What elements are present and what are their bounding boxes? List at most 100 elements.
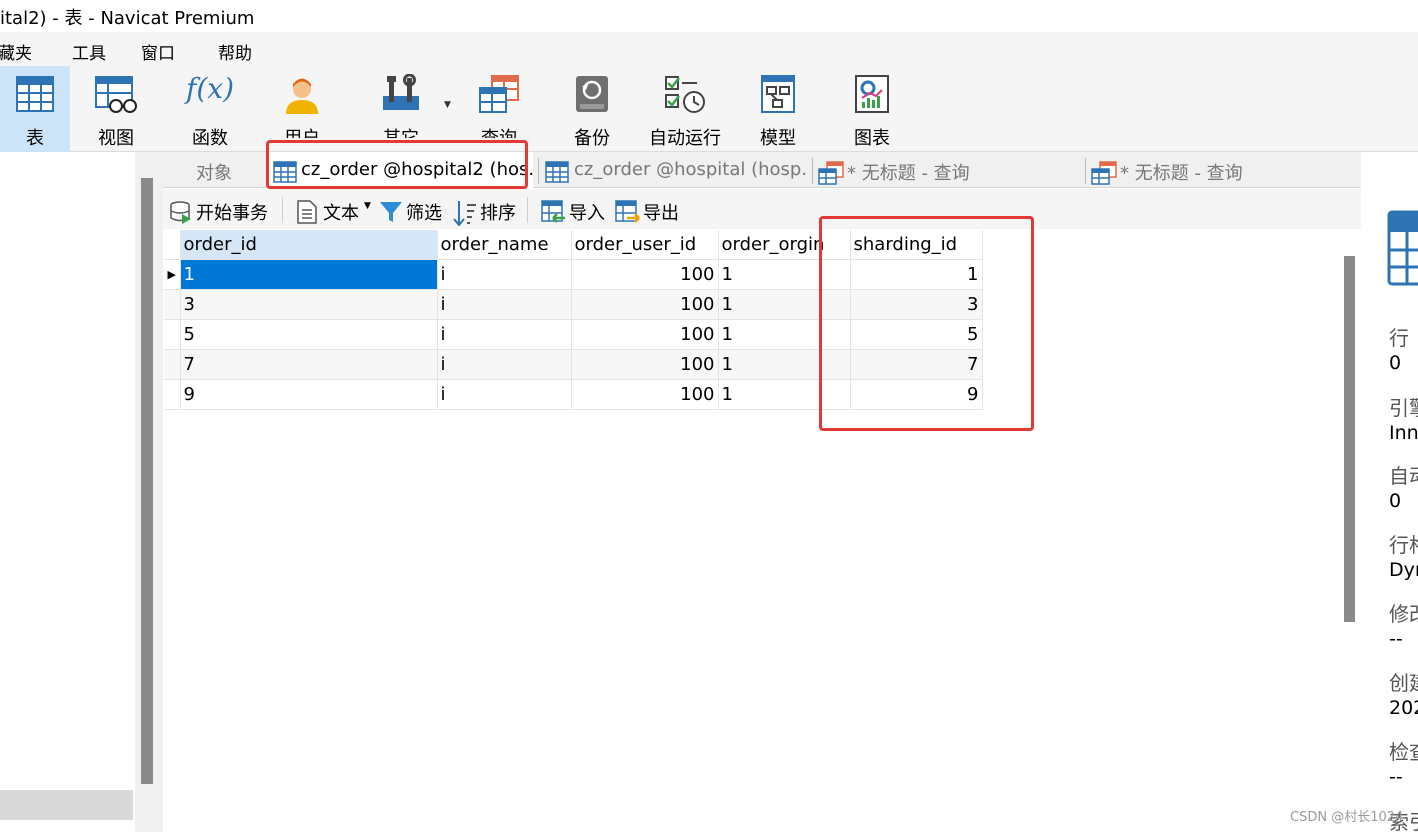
begin-transaction-label: 开始事务 — [196, 203, 268, 224]
menu-window[interactable]: 窗口 — [141, 39, 175, 64]
row-header[interactable] — [164, 349, 181, 380]
menu-help[interactable]: 帮助 — [218, 39, 252, 64]
window-title: ital2) - 表 - Navicat Premium — [0, 8, 255, 29]
cell-order-name[interactable]: i — [437, 289, 572, 320]
sort-label: 排序 — [480, 203, 516, 224]
cell-order-orgin[interactable]: 1 — [718, 259, 851, 290]
toolbar-query-button[interactable]: 查询 — [462, 66, 536, 138]
cell-order-id[interactable]: 7 — [180, 349, 438, 380]
cell-sharding-id[interactable]: 5 — [850, 319, 983, 350]
column-header-order-name[interactable]: order_name — [437, 230, 572, 260]
cell-order-orgin[interactable]: 1 — [718, 289, 851, 320]
import-label: 导入 — [569, 203, 605, 224]
toolbar-function-button[interactable]: f(x) 函数 — [174, 66, 246, 152]
table-row[interactable]: 5 i 100 1 5 — [164, 319, 983, 350]
row-header[interactable] — [164, 319, 181, 350]
menu-bar: 藏夹 工具 窗口 帮助 — [0, 32, 1418, 66]
cell-order-id[interactable]: 5 — [180, 319, 438, 350]
toolbar-chart-button[interactable]: 图表 — [836, 66, 908, 152]
result-table: order_id order_name order_user_id order_… — [164, 230, 983, 410]
text-view-label: 文本 — [323, 203, 359, 224]
menu-tools[interactable]: 工具 — [72, 39, 106, 64]
cell-order-orgin[interactable]: 1 — [718, 349, 851, 380]
filter-label: 筛选 — [406, 203, 442, 224]
info-created-value: 202 — [1389, 697, 1418, 719]
others-dropdown-caret[interactable]: ▼ — [444, 100, 451, 110]
filter-icon — [380, 202, 402, 222]
cell-order-user-id[interactable]: 100 — [571, 379, 719, 410]
cell-sharding-id[interactable]: 3 — [850, 289, 983, 320]
main-toolbar: 表 视图 f(x) 函数 用户 其它 — [0, 66, 1418, 152]
row-header-corner[interactable] — [164, 230, 181, 260]
cell-sharding-id[interactable]: 9 — [850, 379, 983, 410]
row-header[interactable] — [164, 289, 181, 320]
table-icon — [16, 76, 54, 112]
column-header-order-orgin[interactable]: order_orgin — [718, 230, 851, 260]
toolbar-view-label: 视图 — [98, 128, 134, 149]
cell-order-user-id[interactable]: 100 — [571, 319, 719, 350]
data-toolbar: 开始事务 文本 ▼ 筛选 排序 导入 导出 — [163, 189, 1361, 229]
tab-untitled-query-1[interactable]: * 无标题 - 查询 — [813, 152, 1083, 188]
tab-objects-label: 对象 — [196, 163, 232, 184]
editor-tab-bar: 对象 cz_order @hospital2 (hos... cz_order … — [163, 152, 1361, 188]
toolbar-automation-label: 自动运行 — [649, 128, 721, 149]
info-engine-key: 引擎 — [1389, 396, 1418, 420]
info-modified-value: -- — [1389, 628, 1403, 650]
cell-order-name[interactable]: i — [437, 319, 572, 350]
cell-order-name[interactable]: i — [437, 259, 572, 290]
toolbar-backup-button[interactable]: 备份 — [556, 66, 628, 152]
toolbar-others-button[interactable]: 其它 — [364, 66, 438, 138]
toolbar-automation-button[interactable]: 自动运行 — [640, 66, 730, 152]
automation-icon — [665, 76, 705, 113]
table-row[interactable]: 9 i 100 1 9 — [164, 379, 983, 410]
cell-order-id[interactable]: 1 — [180, 259, 438, 290]
toolbar-model-button[interactable]: 模型 — [742, 66, 814, 152]
column-header-order-user-id[interactable]: order_user_id — [571, 230, 719, 260]
table-row[interactable]: 7 i 100 1 7 — [164, 349, 983, 380]
info-check-time-key: 检查 — [1389, 740, 1418, 764]
model-icon — [761, 75, 795, 113]
toolbar-model-label: 模型 — [760, 128, 796, 149]
row-header[interactable] — [164, 379, 181, 410]
text-view-caret-icon: ▼ — [364, 201, 371, 211]
info-auto-increment-key: 自动 — [1389, 464, 1418, 488]
table-header-row: order_id order_name order_user_id order_… — [164, 230, 983, 260]
cell-order-user-id[interactable]: 100 — [571, 349, 719, 380]
toolbar-view-button[interactable]: 视图 — [80, 66, 152, 152]
menu-favorites[interactable]: 藏夹 — [0, 39, 32, 64]
document-icon — [297, 200, 317, 224]
info-created-key: 创建 — [1389, 671, 1418, 695]
toolbar-table-button[interactable]: 表 — [0, 66, 70, 152]
toolbar-user-button[interactable]: 用户 — [266, 66, 338, 138]
navigation-scrollbar-thumb[interactable] — [141, 178, 153, 784]
navigation-horizontal-scrollbar[interactable] — [0, 790, 133, 820]
object-info-pane: 行 0 引擎 Inno 自动 0 行格 Dyn 修改 -- 创建 202 检查 … — [1366, 152, 1418, 832]
column-header-sharding-id[interactable]: sharding_id — [850, 230, 983, 260]
tab-untitled-query-2[interactable]: * 无标题 - 查询 — [1086, 152, 1356, 188]
cell-order-user-id[interactable]: 100 — [571, 289, 719, 320]
cell-order-id[interactable]: 9 — [180, 379, 438, 410]
table-row[interactable]: ▶ 1 i 100 1 1 — [164, 259, 983, 290]
grid-scrollbar-thumb[interactable] — [1344, 256, 1355, 622]
cell-order-name[interactable]: i — [437, 379, 572, 410]
tab-objects[interactable]: 对象 — [163, 152, 267, 188]
toolbar-user-label: 用户 — [266, 124, 338, 138]
cell-order-user-id[interactable]: 100 — [571, 259, 719, 290]
tab-cz-order-hospital[interactable]: cz_order @hospital (hosp... — [539, 152, 809, 188]
tab-cz-order-hospital2[interactable]: cz_order @hospital2 (hos... — [267, 152, 533, 188]
current-row-indicator-icon[interactable]: ▶ — [164, 259, 181, 290]
cell-order-name[interactable]: i — [437, 349, 572, 380]
cell-order-id[interactable]: 3 — [180, 289, 438, 320]
column-header-order-id[interactable]: order_id — [180, 230, 438, 260]
title-bar: ital2) - 表 - Navicat Premium — [0, 0, 1418, 32]
toolbar-function-label: 函数 — [192, 128, 228, 149]
export-icon — [615, 200, 640, 223]
cell-sharding-id[interactable]: 1 — [850, 259, 983, 290]
cell-order-orgin[interactable]: 1 — [718, 379, 851, 410]
info-row-format-key: 行格 — [1389, 533, 1418, 557]
sort-icon — [453, 201, 476, 226]
table-row[interactable]: 3 i 100 1 3 — [164, 289, 983, 320]
cell-order-orgin[interactable]: 1 — [718, 319, 851, 350]
cell-sharding-id[interactable]: 7 — [850, 349, 983, 380]
tab-cz-order-hospital2-label: cz_order @hospital2 (hos... — [301, 159, 533, 180]
